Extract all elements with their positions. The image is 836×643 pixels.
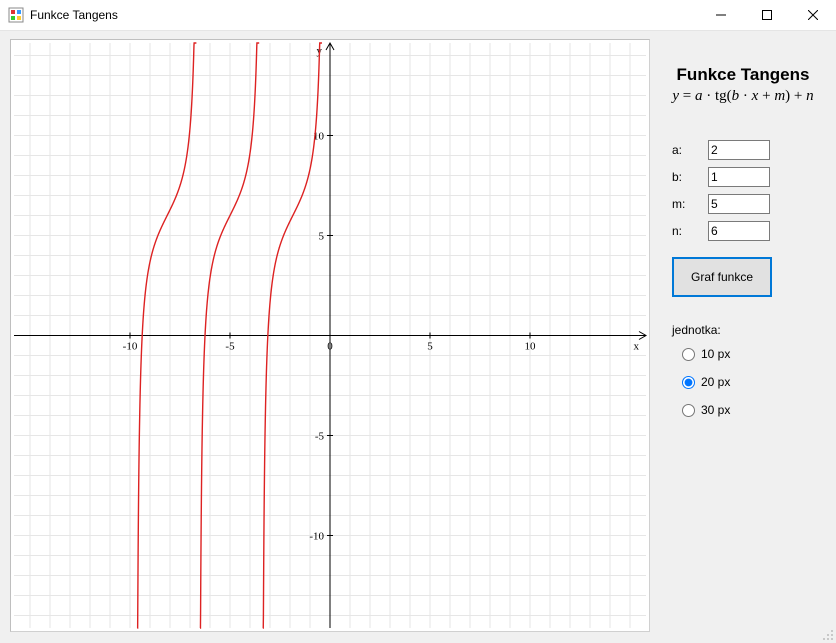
formula: y = a · tg(b · x + m) + n: [668, 87, 817, 106]
side-panel: Funkce Tangens y = a · tg(b · x + m) + n…: [650, 39, 830, 637]
maximize-button[interactable]: [744, 0, 790, 30]
svg-text:5: 5: [319, 231, 325, 243]
svg-text:0: 0: [327, 341, 333, 353]
unit-radio-10px[interactable]: [682, 348, 695, 361]
unit-label-30px: 30 px: [701, 403, 730, 417]
unit-group: jednotka: 10 px 20 px 30 px: [672, 323, 818, 417]
param-m-label: m:: [672, 197, 708, 211]
minimize-button[interactable]: [698, 0, 744, 30]
plot-button[interactable]: Graf funkce: [672, 257, 772, 297]
app-window: Funkce Tangens -10-50510-10-5510xy Funkc…: [0, 0, 836, 643]
svg-text:10: 10: [525, 341, 537, 353]
param-m-input[interactable]: [708, 194, 770, 214]
window-title: Funkce Tangens: [30, 8, 118, 22]
param-group: a: b: m: n:: [672, 140, 818, 241]
unit-group-label: jednotka:: [672, 323, 818, 337]
svg-text:-10: -10: [309, 531, 324, 543]
chart-panel: -10-50510-10-5510xy: [10, 39, 650, 632]
svg-text:-10: -10: [123, 341, 138, 353]
unit-radio-30px[interactable]: [682, 404, 695, 417]
chart-canvas: -10-50510-10-5510xy: [11, 40, 649, 631]
app-icon: [8, 7, 24, 23]
unit-label-20px: 20 px: [701, 375, 730, 389]
svg-text:-5: -5: [315, 431, 325, 443]
client-area: -10-50510-10-5510xy Funkce Tangens y = a…: [0, 31, 836, 643]
param-a-label: a:: [672, 143, 708, 157]
header-title: Funkce Tangens: [668, 65, 818, 85]
param-n-input[interactable]: [708, 221, 770, 241]
close-button[interactable]: [790, 0, 836, 30]
param-a-input[interactable]: [708, 140, 770, 160]
param-b-input[interactable]: [708, 167, 770, 187]
titlebar: Funkce Tangens: [0, 0, 836, 31]
resize-grip-icon[interactable]: [822, 629, 834, 641]
unit-radio-20px[interactable]: [682, 376, 695, 389]
svg-text:-5: -5: [225, 341, 235, 353]
svg-text:5: 5: [427, 341, 433, 353]
unit-label-10px: 10 px: [701, 347, 730, 361]
param-n-label: n:: [672, 224, 708, 238]
svg-text:x: x: [634, 341, 640, 353]
param-b-label: b:: [672, 170, 708, 184]
header: Funkce Tangens y = a · tg(b · x + m) + n: [668, 65, 818, 106]
